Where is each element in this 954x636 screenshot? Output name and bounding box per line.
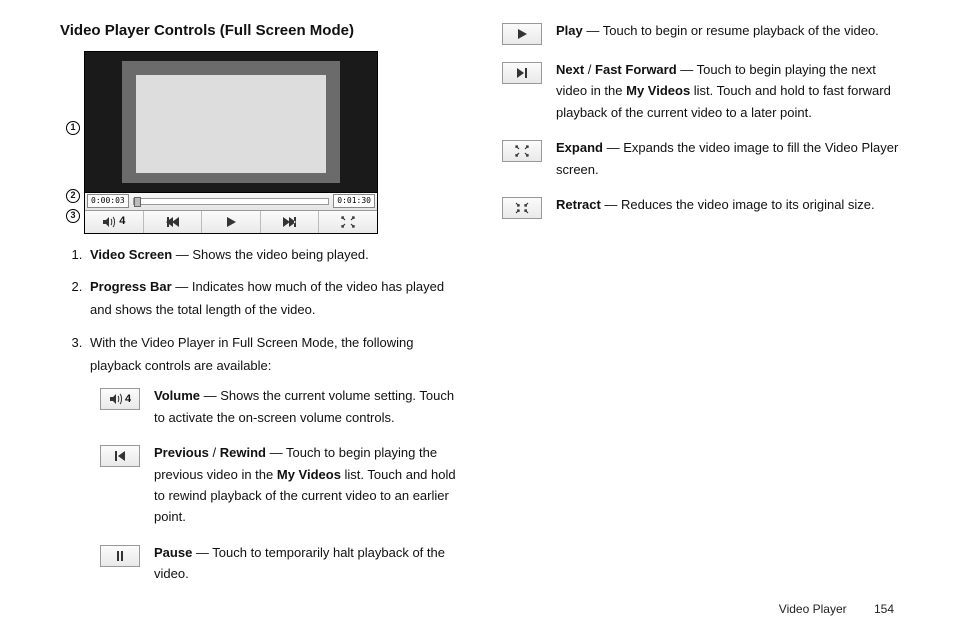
list-item: Video Screen — Shows the video being pla… xyxy=(86,242,462,275)
mock-prev-cell xyxy=(144,211,203,233)
mock-play-cell xyxy=(202,211,261,233)
page-footer: Video Player 154 xyxy=(779,600,894,618)
mock-time-total: 0:01:30 xyxy=(333,194,375,208)
list-item: With the Video Player in Full Screen Mod… xyxy=(86,330,462,386)
control-desc-expand: Expand — Expands the video image to fill… xyxy=(502,137,904,180)
previous-button-icon xyxy=(100,445,140,467)
prev-list: My Videos xyxy=(277,467,341,482)
play-desc: Play — Touch to begin or resume playback… xyxy=(556,20,904,41)
mock-progress-bar: 0:00:03 0:01:30 xyxy=(85,192,377,210)
play-icon xyxy=(515,28,529,40)
retract-lead: Retract xyxy=(556,197,601,212)
player-figure: 1 2 3 0:00:03 0:01:30 xyxy=(66,51,462,234)
item-1-rest: — Shows the video being played. xyxy=(172,247,369,262)
retract-icon xyxy=(515,202,529,214)
control-desc-volume: 4 Volume — Shows the current volume sett… xyxy=(100,385,462,428)
mock-next-cell xyxy=(261,211,320,233)
prev-sep: / xyxy=(209,445,220,460)
retract-rest: — Reduces the video image to its origina… xyxy=(601,197,875,212)
mock-control-bar: 4 xyxy=(85,210,377,233)
item-3-text: With the Video Player in Full Screen Mod… xyxy=(90,335,413,373)
volume-rest: — Shows the current volume setting. Touc… xyxy=(154,388,454,424)
expand-lead: Expand xyxy=(556,140,603,155)
numbered-list: Video Screen — Shows the video being pla… xyxy=(60,242,462,386)
expand-icon xyxy=(341,216,355,228)
mock-track xyxy=(133,198,330,205)
control-desc-next: Next / Fast Forward — Touch to begin pla… xyxy=(502,59,904,123)
expand-button-icon xyxy=(502,140,542,162)
prev-lead2: Rewind xyxy=(220,445,266,460)
next-sep: / xyxy=(584,62,595,77)
next-lead1: Next xyxy=(556,62,584,77)
speaker-icon xyxy=(102,216,116,228)
callout-column: 1 2 3 xyxy=(66,51,84,225)
speaker-icon xyxy=(109,393,123,405)
expand-icon xyxy=(515,145,529,157)
left-column: Video Player Controls (Full Screen Mode)… xyxy=(60,20,462,599)
control-desc-previous: Previous / Rewind — Touch to begin playi… xyxy=(100,442,462,528)
volume-lead: Volume xyxy=(154,388,200,403)
expand-desc: Expand — Expands the video image to fill… xyxy=(556,137,904,180)
list-item: Progress Bar — Indicates how much of the… xyxy=(86,274,462,330)
volume-value: 4 xyxy=(125,391,131,408)
next-desc: Next / Fast Forward — Touch to begin pla… xyxy=(556,59,904,123)
skip-forward-icon xyxy=(515,67,529,79)
mock-time-elapsed: 0:00:03 xyxy=(87,194,129,208)
callout-1: 1 xyxy=(66,121,80,135)
control-desc-play: Play — Touch to begin or resume playback… xyxy=(502,20,904,45)
skip-back-icon xyxy=(113,450,127,462)
mock-thumb xyxy=(134,197,141,207)
control-desc-pause: Pause — Touch to temporarily halt playba… xyxy=(100,542,462,585)
pause-icon xyxy=(113,550,127,562)
footer-section: Video Player xyxy=(779,602,847,616)
previous-desc: Previous / Rewind — Touch to begin playi… xyxy=(154,442,462,528)
next-lead2: Fast Forward xyxy=(595,62,677,77)
skip-forward-icon xyxy=(283,216,297,228)
volume-button-icon: 4 xyxy=(100,388,140,410)
page: Video Player Controls (Full Screen Mode)… xyxy=(0,0,954,636)
next-button-icon xyxy=(502,62,542,84)
mock-expand-cell xyxy=(319,211,377,233)
mock-volume-cell: 4 xyxy=(85,211,144,233)
footer-page-number: 154 xyxy=(874,602,894,616)
retract-button-icon xyxy=(502,197,542,219)
mock-video-frame xyxy=(122,61,340,183)
play-button-icon xyxy=(502,23,542,45)
pause-rest: — Touch to temporarily halt playback of … xyxy=(154,545,445,581)
control-desc-retract: Retract — Reduces the video image to its… xyxy=(502,194,904,219)
page-heading: Video Player Controls (Full Screen Mode) xyxy=(60,20,462,43)
play-icon xyxy=(224,216,238,228)
expand-rest: — Expands the video image to fill the Vi… xyxy=(556,140,898,176)
player-mock: 0:00:03 0:01:30 4 xyxy=(84,51,378,234)
prev-lead1: Previous xyxy=(154,445,209,460)
skip-back-icon xyxy=(165,216,179,228)
next-list: My Videos xyxy=(626,83,690,98)
play-rest: — Touch to begin or resume playback of t… xyxy=(583,23,879,38)
mock-volume-value: 4 xyxy=(119,213,125,230)
volume-desc: Volume — Shows the current volume settin… xyxy=(154,385,462,428)
pause-desc: Pause — Touch to temporarily halt playba… xyxy=(154,542,462,585)
mock-video-screen xyxy=(85,52,377,192)
pause-button-icon xyxy=(100,545,140,567)
callout-3: 3 xyxy=(66,209,80,223)
play-lead: Play xyxy=(556,23,583,38)
pause-lead: Pause xyxy=(154,545,192,560)
callout-2: 2 xyxy=(66,189,80,203)
item-1-lead: Video Screen xyxy=(90,247,172,262)
item-2-lead: Progress Bar xyxy=(90,279,172,294)
retract-desc: Retract — Reduces the video image to its… xyxy=(556,194,904,215)
right-column: Play — Touch to begin or resume playback… xyxy=(502,20,904,599)
